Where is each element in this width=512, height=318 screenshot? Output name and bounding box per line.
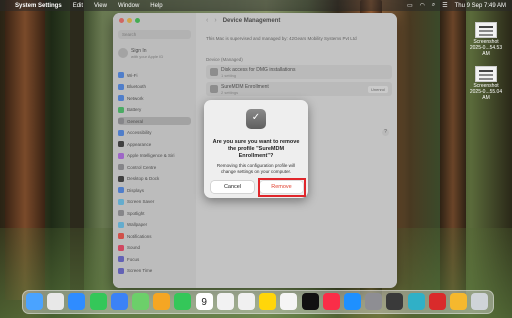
profile-badge-icon: [246, 109, 266, 129]
file-name-sub: 2025-0...55.04 AM: [469, 89, 503, 101]
messages-icon[interactable]: [89, 293, 107, 310]
apple-tv-icon[interactable]: [301, 293, 319, 310]
notes-icon[interactable]: [259, 293, 277, 310]
menu-app-name[interactable]: System Settings: [15, 3, 62, 9]
calendar-icon[interactable]: 9: [195, 293, 213, 310]
menu-help[interactable]: Help: [150, 3, 162, 9]
app-store-icon[interactable]: [344, 293, 361, 310]
file-thumbnail: [475, 22, 497, 38]
trash-icon[interactable]: [471, 293, 489, 310]
music-icon[interactable]: [322, 293, 340, 310]
menu-clock[interactable]: Thu 9 Sep 7:49 AM: [455, 3, 506, 9]
mail-icon[interactable]: [110, 293, 128, 310]
remove-button-highlight: [258, 178, 306, 197]
cancel-button[interactable]: Cancel: [211, 181, 254, 193]
safari-icon[interactable]: [68, 293, 86, 310]
file-thumbnail: [475, 66, 497, 82]
desktop-file-screenshot-1[interactable]: Screenshot 2025-0...54.53 AM: [466, 22, 506, 57]
keynote-icon[interactable]: [280, 293, 298, 310]
maps-icon[interactable]: [132, 293, 149, 310]
file-name-sub: 2025-0...54.53 AM: [469, 45, 503, 57]
archive-utility-icon[interactable]: [450, 293, 467, 310]
dialog-message: Removing this configuration profile will…: [216, 163, 296, 174]
facetime-icon[interactable]: [174, 293, 192, 310]
screen-share-icon[interactable]: [407, 293, 425, 310]
reminders-icon[interactable]: [216, 293, 234, 310]
dialog-title: Are you sure you want to remove the prof…: [212, 139, 300, 159]
network-app-icon[interactable]: [428, 293, 446, 310]
quicktime-icon[interactable]: [386, 293, 404, 310]
desktop-file-screenshot-2[interactable]: Screenshot 2025-0...55.04 AM: [466, 66, 506, 101]
menu-view[interactable]: View: [94, 3, 107, 9]
wifi-icon[interactable]: ◠: [420, 2, 425, 9]
freeform-icon[interactable]: [238, 293, 255, 310]
control-centre-icon[interactable]: ☰: [442, 2, 447, 9]
system-settings-icon[interactable]: [365, 293, 383, 310]
finder-icon[interactable]: [26, 293, 43, 310]
launchpad-icon[interactable]: [47, 293, 65, 310]
photos-icon[interactable]: [153, 293, 171, 310]
battery-icon[interactable]: ▭: [407, 2, 413, 9]
menu-window[interactable]: Window: [118, 3, 139, 9]
menu-edit[interactable]: Edit: [73, 3, 83, 9]
menu-bar: System Settings Edit View Window Help ▭ …: [0, 0, 512, 11]
search-icon[interactable]: ⌕: [432, 2, 435, 9]
